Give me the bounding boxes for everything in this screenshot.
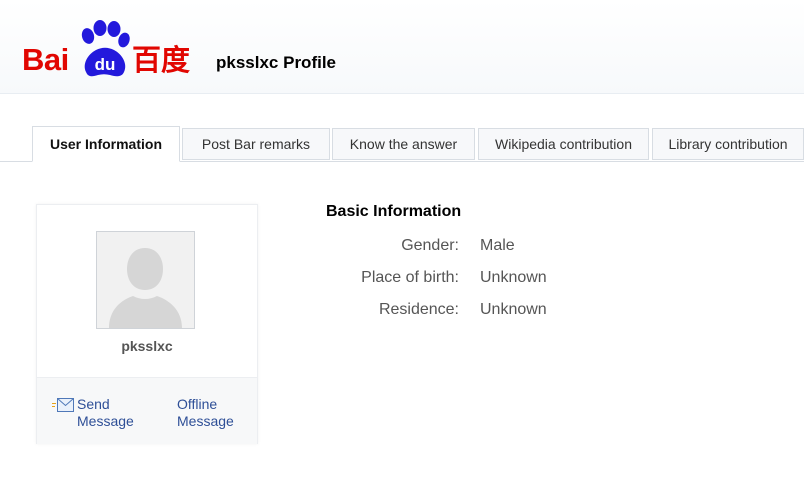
profile-card: pksslxc Send Message Offline Message xyxy=(36,204,258,444)
tab-user-information[interactable]: User Information xyxy=(32,126,180,162)
info-value-place-of-birth: Unknown xyxy=(480,269,547,286)
envelope-icon[interactable] xyxy=(52,398,74,412)
baidu-paw-icon: du xyxy=(81,20,130,77)
info-label-place-of-birth: Place of birth: xyxy=(361,269,459,286)
offline-message-link[interactable]: Offline Message xyxy=(177,396,247,430)
avatar[interactable] xyxy=(96,231,195,329)
baidu-logo[interactable]: Bai du 百度 xyxy=(22,20,192,80)
send-message-link[interactable]: Send Message xyxy=(77,396,147,430)
default-avatar-silhouette-icon xyxy=(97,232,194,328)
info-value-gender: Male xyxy=(480,237,515,254)
logo-text-bai: Bai xyxy=(22,42,69,77)
tab-library-contribution[interactable]: Library contribution xyxy=(652,128,804,160)
info-label-residence: Residence: xyxy=(378,301,459,318)
logo-paw-text: du xyxy=(95,55,116,74)
info-value-residence: Unknown xyxy=(480,301,547,318)
info-label-gender: Gender: xyxy=(401,237,459,254)
header: Bai du 百度 pksslxc Profile xyxy=(0,0,804,94)
tab-wikipedia-contribution[interactable]: Wikipedia contribution xyxy=(478,128,649,160)
basic-information-heading: Basic Information xyxy=(326,203,462,220)
logo-text-chinese: 百度 xyxy=(132,43,191,77)
card-actions: Send Message Offline Message xyxy=(37,377,257,444)
profile-page: Bai du 百度 pksslxc Profile User Informati… xyxy=(0,0,804,500)
tab-know-the-answer[interactable]: Know the answer xyxy=(332,128,475,160)
page-title: pksslxc Profile xyxy=(216,53,337,72)
tab-post-bar-remarks[interactable]: Post Bar remarks xyxy=(182,128,330,160)
username: pksslxc xyxy=(121,338,173,354)
